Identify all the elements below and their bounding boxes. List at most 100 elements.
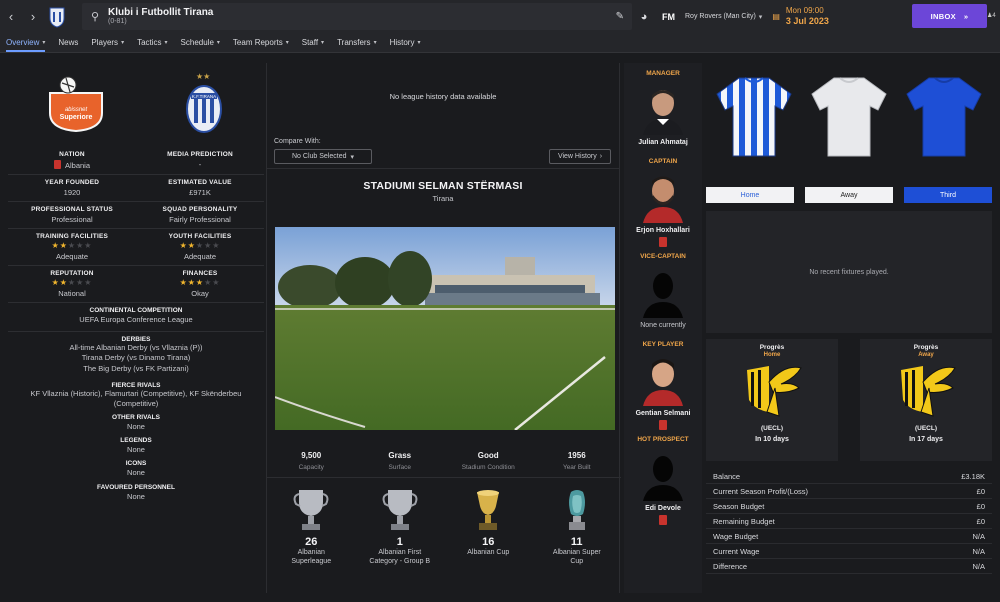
staff-name[interactable]: Erjon Hoxhallari xyxy=(624,227,702,234)
stat-label: Stadium Condition xyxy=(461,464,515,471)
youth-facilities-label: YOUTH FACILITIES xyxy=(168,233,232,240)
finance-value: £3.18K xyxy=(961,471,985,481)
double-chevron-right-icon: » xyxy=(963,11,969,21)
staff-role-label: MANAGER xyxy=(646,70,680,77)
away-kit-shirt[interactable] xyxy=(810,76,888,158)
star-icon: ★ xyxy=(84,278,93,287)
trophy-item[interactable]: 11 Albanian Super Cup xyxy=(533,488,622,567)
club-search-bar[interactable]: ⚲ Klubi i Futbollit Tirana (0-81) ✎ xyxy=(82,3,632,30)
stadium-panel: No league history data available Compare… xyxy=(266,63,622,593)
stadium-city: Tirana xyxy=(432,194,454,203)
derby-item[interactable]: Tirana Derby (vs Dinamo Tirana) xyxy=(8,353,264,363)
trophy-item[interactable]: 1 Albanian First Category - Group B xyxy=(356,488,445,567)
finance-value: £0 xyxy=(976,486,985,496)
chevron-down-icon[interactable]: ▾ xyxy=(759,13,763,21)
derbies-cell: DERBIES All-time Albanian Derby (vs Vlla… xyxy=(8,332,264,377)
key-player-portrait[interactable] xyxy=(639,352,687,406)
next-match-card[interactable]: Progrès Away (UECL) In 17 days xyxy=(860,339,992,461)
club-name: Klubi i Futbollit Tirana xyxy=(108,7,214,19)
finance-label: Current Season Profit/(Loss) xyxy=(713,486,809,496)
staff-name[interactable]: Edi Devole xyxy=(624,505,702,512)
third-kit-shirt[interactable] xyxy=(905,76,983,158)
finance-value: N/A xyxy=(972,546,985,556)
icons-value: None xyxy=(127,468,145,478)
trophy-icon xyxy=(293,490,329,530)
badges-row: abissnet Superiore ★★ K.F.TIRANA xyxy=(8,63,264,143)
professional-status-label: PROFESSIONAL STATUS xyxy=(31,206,113,213)
media-prediction-cell: MEDIA PREDICTION - xyxy=(136,147,264,174)
club-crest-icon[interactable]: ★★ K.F.TIRANA xyxy=(182,71,226,135)
tab-transfers[interactable]: Transfers ▾ xyxy=(337,33,377,53)
star-icon: ★ xyxy=(179,241,188,250)
trophy-item[interactable]: 26 Albanian Superleague xyxy=(267,488,356,567)
tab-history[interactable]: History ▾ xyxy=(390,33,421,53)
club-subtitle: (0-81) xyxy=(108,18,127,26)
search-icon[interactable]: ⚲ xyxy=(88,10,102,24)
opponent-name: Progrès xyxy=(913,344,939,351)
fierce-rivals-value[interactable]: KF Vllaznia (Historic), Flamurtari (Comp… xyxy=(8,389,264,409)
home-kit-shirt[interactable] xyxy=(715,76,793,158)
tab-players[interactable]: Players ▾ xyxy=(91,33,124,53)
estimated-value-value: £971K xyxy=(189,188,211,197)
stat-label: Surface xyxy=(388,464,411,471)
manager-team-selector[interactable]: Roy Rovers (Man City) xyxy=(685,13,756,20)
trophy-item[interactable]: 16 Albanian Cup xyxy=(444,488,533,567)
reputation-cell: REPUTATION ★★★★★ National xyxy=(8,266,136,302)
manager-portrait[interactable] xyxy=(639,81,687,135)
kit-tab-third[interactable]: Third xyxy=(904,187,992,203)
kits-row xyxy=(706,63,992,171)
kit-tab-home[interactable]: Home xyxy=(706,187,794,203)
tab-team-reports[interactable]: Team Reports ▾ xyxy=(233,33,289,53)
staff-role-label: CAPTAIN xyxy=(648,158,678,165)
tab-schedule[interactable]: Schedule ▾ xyxy=(181,33,220,53)
silhouette-portrait[interactable] xyxy=(639,447,687,501)
trophy-name: Albanian Super Cup xyxy=(552,549,601,566)
sports-ball-icon[interactable]: ◕ xyxy=(632,0,656,33)
next-match-card[interactable]: Progrès Home (UECL) In 10 days xyxy=(706,339,838,461)
derby-item[interactable]: All-time Albanian Derby (vs Vllaznia (P)… xyxy=(8,343,264,353)
league-logo-icon[interactable]: abissnet Superiore xyxy=(46,73,106,133)
star-icon: ★ xyxy=(59,241,68,250)
continental-competition-value[interactable]: UEFA Europa Conference League xyxy=(8,314,264,325)
staff-name[interactable]: Gentian Selmani xyxy=(624,410,702,417)
star-icon: ★ xyxy=(67,241,77,250)
finance-row-difference: Difference N/A xyxy=(706,559,992,574)
match-venue: Away xyxy=(918,352,934,358)
kit-tab-away[interactable]: Away xyxy=(805,187,893,203)
tab-tactics[interactable]: Tactics ▾ xyxy=(137,33,167,53)
other-rivals-label: OTHER RIVALS xyxy=(112,413,160,421)
tab-news[interactable]: News xyxy=(58,33,78,53)
staff-name[interactable]: Julian Ahmataj xyxy=(624,139,702,146)
view-history-button[interactable]: View History › xyxy=(549,149,611,164)
star-icon: ★ xyxy=(187,241,196,250)
game-date[interactable]: Mon 09:00 3 Jul 2023 xyxy=(786,6,829,26)
finance-value: £0 xyxy=(976,501,985,511)
stadium-capacity: 9,500 Capacity xyxy=(267,451,356,471)
chevron-down-icon: ▾ xyxy=(350,153,354,161)
tab-staff[interactable]: Staff ▾ xyxy=(302,33,324,53)
continental-competition-cell: CONTINENTAL COMPETITION UEFA Europa Conf… xyxy=(8,303,264,333)
stadium-name[interactable]: STADIUMI SELMAN STËRMASI xyxy=(267,180,619,192)
tab-label: Schedule xyxy=(180,38,214,47)
squad-personality-value: Fairly Professional xyxy=(169,215,231,224)
calendar-icon[interactable]: ▤ xyxy=(772,12,780,21)
pencil-icon[interactable]: ✎ xyxy=(616,11,624,22)
favoured-personnel-label: FAVOURED PERSONNEL xyxy=(97,483,175,491)
finance-row-wage-budget: Wage Budget N/A xyxy=(706,529,992,544)
forward-arrow-icon[interactable]: › xyxy=(22,0,44,33)
chevron-down-icon: ▾ xyxy=(373,40,377,46)
trophy-count: 11 xyxy=(570,536,583,548)
tab-overview[interactable]: Overview ▾ xyxy=(6,33,46,53)
nation-value[interactable]: Albania xyxy=(8,160,136,170)
compare-club-dropdown[interactable]: No Club Selected ▾ xyxy=(274,149,372,164)
back-arrow-icon[interactable]: ‹ xyxy=(0,0,22,33)
chevron-down-icon: ▾ xyxy=(164,40,168,46)
match-competition: (UECL) xyxy=(914,425,938,432)
notification-count: ♟4 xyxy=(987,12,996,19)
captain-portrait[interactable] xyxy=(639,169,687,223)
chevron-down-icon: ▾ xyxy=(42,40,46,46)
fm-logo[interactable]: FM xyxy=(662,12,675,22)
stat-label: Year Built xyxy=(562,464,591,471)
derby-item[interactable]: The Big Derby (vs FK Partizani) xyxy=(8,364,264,374)
inbox-button[interactable]: INBOX » xyxy=(912,4,987,28)
